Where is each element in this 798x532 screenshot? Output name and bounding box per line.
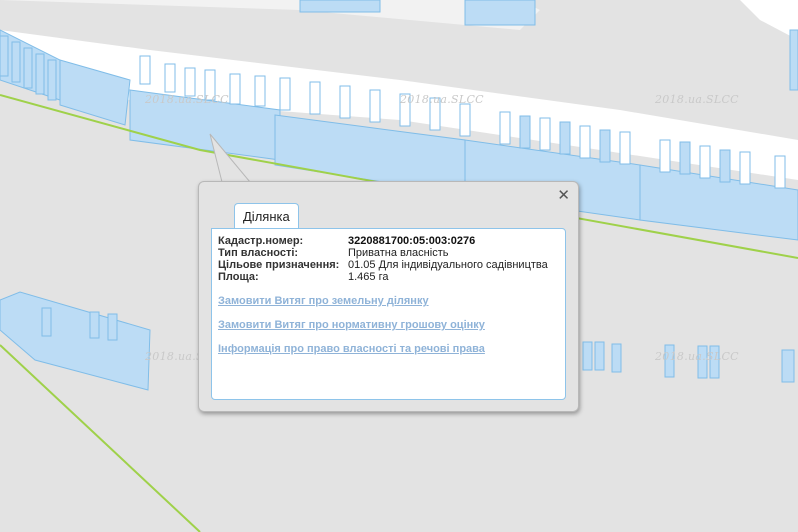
- link-ownership-info[interactable]: Інформація про право власності та речові…: [218, 343, 485, 355]
- close-icon[interactable]: ✕: [557, 186, 570, 204]
- field-value: 01.05 Для індивідуального садівництва: [348, 259, 548, 271]
- field-value: Приватна власність: [348, 247, 449, 259]
- field-label: Площа:: [218, 271, 259, 283]
- watermark: 2018.ua.SLCC: [655, 350, 739, 363]
- field-label: Тип власності:: [218, 247, 299, 259]
- river-strip-top: [0, 0, 540, 30]
- watermark: 2018.ua.SLCC: [145, 93, 229, 106]
- watermark: 2018.ua.SLCC: [400, 93, 484, 106]
- field-value: 1.465 га: [348, 271, 389, 283]
- link-order-land-extract[interactable]: Замовити Витяг про земельну ділянку: [218, 295, 429, 307]
- field-label: Цільове призначення:: [218, 259, 340, 271]
- field-label: Кадастр.номер:: [218, 235, 304, 247]
- river-strip-right: [740, 0, 798, 40]
- link-order-valuation-extract[interactable]: Замовити Витяг про нормативну грошову оц…: [218, 319, 485, 331]
- watermark: 2018.ua.SLCC: [655, 93, 739, 106]
- parcel-info-panel: Кадастр.номер: 3220881700:05:003:0276 Ти…: [211, 228, 566, 400]
- tab-parcel[interactable]: Ділянка: [234, 203, 299, 228]
- field-value: 3220881700:05:003:0276: [348, 235, 476, 247]
- parcel-info-popup: ✕ Ділянка Кадастр.номер: 3220881700:05:0…: [198, 181, 579, 412]
